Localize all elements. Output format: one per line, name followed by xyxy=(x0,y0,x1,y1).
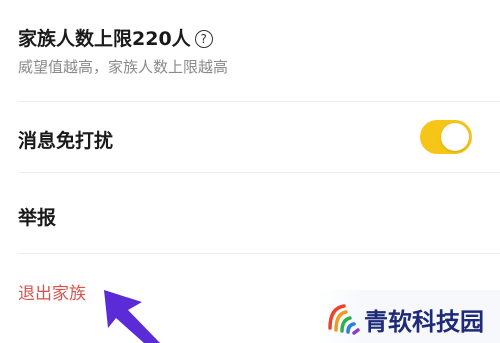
watermark-text: 青软科技园 xyxy=(364,308,484,336)
family-limit-title-wrap: 家族人数上限220人? xyxy=(18,24,213,51)
report-row[interactable]: 举报 xyxy=(0,173,500,253)
do-not-disturb-toggle[interactable] xyxy=(420,120,472,154)
divider xyxy=(18,253,500,254)
exit-family-button[interactable]: 退出家族 xyxy=(18,279,86,304)
report-label: 举报 xyxy=(18,207,57,229)
watermark: 青软科技园 xyxy=(318,290,500,343)
toggle-knob xyxy=(441,123,469,151)
family-limit-subtitle: 威望值越高，家族人数上限越高 xyxy=(18,58,229,76)
watermark-logo-icon xyxy=(328,304,360,335)
question-mark-icon[interactable]: ? xyxy=(194,30,213,48)
family-settings-screen: 家族人数上限220人? 威望值越高，家族人数上限越高 消息免打扰 举报 退出家族… xyxy=(0,0,500,343)
do-not-disturb-label: 消息免打扰 xyxy=(18,130,114,152)
family-limit-title: 家族人数上限220人 xyxy=(18,28,191,50)
family-limit-row: 家族人数上限220人? 威望值越高，家族人数上限越高 xyxy=(0,0,500,100)
pointer-arrow-icon xyxy=(104,290,160,343)
